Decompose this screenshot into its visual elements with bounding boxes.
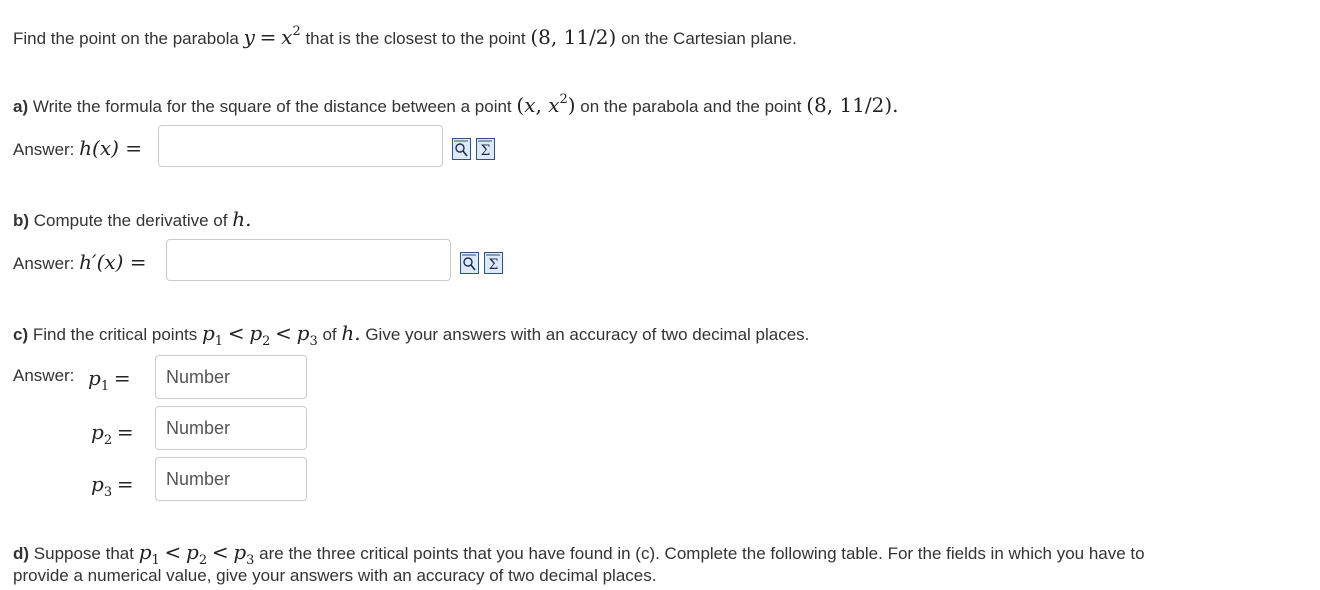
part-b-answer-math: h′(x) = (79, 250, 147, 274)
part-b-letter: b) (13, 211, 30, 230)
part-c-letter: c) (13, 325, 29, 344)
critical-points-inequality: p1 < p2 < p3 (201, 321, 318, 349)
part-c-var: h. (341, 321, 361, 345)
part-c-answer-label: Answer: (13, 366, 74, 386)
part-a-letter: a) (13, 97, 29, 116)
answer-label-text: Answer: (13, 366, 75, 385)
part-b-expression-input[interactable] (166, 239, 451, 281)
svg-text:Σ: Σ (481, 143, 491, 159)
p2-number-input[interactable] (155, 406, 307, 450)
p1-label: p1 = (88, 366, 131, 394)
p3-number-input[interactable] (155, 457, 307, 501)
part-a-answer-math: h(x) = (79, 136, 143, 160)
p1-number-input[interactable] (155, 355, 307, 399)
answer-label-text: Answer: (13, 254, 80, 273)
part-d-prompt-line2: provide a numerical value, give your ans… (13, 566, 657, 585)
part-c-prompt: c) Find the critical points p1 < p2 < p3… (13, 321, 809, 349)
part-c-text-suffix: of (317, 325, 342, 344)
equation-editor-sigma-icon[interactable]: Σ (484, 252, 503, 274)
svg-text:Σ: Σ (489, 257, 499, 273)
part-b-var: h. (232, 207, 252, 231)
point-on-parabola: (x, x2) (516, 92, 576, 117)
part-c-text-prefix: Find the critical points (28, 325, 202, 344)
intro-text-prefix: Find the point on the parabola (13, 29, 244, 48)
part-d-text-line1-suffix: are the three critical points that you h… (254, 544, 1145, 563)
p3-label: p3 = (91, 472, 134, 500)
part-a-text-middle: on the parabola and the point (575, 97, 807, 116)
answer-label-text: Answer: (13, 140, 80, 159)
equation-editor-sigma-icon[interactable]: Σ (476, 138, 495, 160)
intro-point: (8, 11/2) (530, 25, 617, 49)
intro-text-suffix: on the Cartesian plane. (616, 29, 797, 48)
critical-points-inequality: p1 < p2 < p3 (138, 540, 255, 568)
part-d-text-prefix: Suppose that (29, 544, 139, 563)
preview-magnifier-icon[interactable] (460, 252, 479, 274)
part-a-answer-label: Answer: h(x) = (13, 136, 142, 160)
part-c-text-tail: Give your answers with an accuracy of tw… (360, 325, 810, 344)
part-d-prompt-line1: d) Suppose that p1 < p2 < p3 are the thr… (13, 540, 1145, 568)
question-intro: Find the point on the parabola y = x2 th… (13, 24, 797, 49)
part-b-text: Compute the derivative of (29, 211, 233, 230)
part-b-answer-label: Answer: h′(x) = (13, 250, 147, 274)
preview-magnifier-icon[interactable] (452, 138, 471, 160)
p2-label: p2 = (91, 420, 134, 448)
part-a-expression-input[interactable] (158, 125, 443, 167)
part-b-prompt: b) Compute the derivative of h. (13, 207, 251, 231)
intro-text-middle: that is the closest to the point (300, 29, 531, 48)
parabola-equation: y (243, 25, 255, 49)
part-a-text-prefix: Write the formula for the square of the … (28, 97, 517, 116)
part-a-prompt: a) Write the formula for the square of t… (13, 92, 899, 117)
part-d-letter: d) (13, 544, 30, 563)
part-a-point: (8, 11/2). (806, 93, 899, 117)
